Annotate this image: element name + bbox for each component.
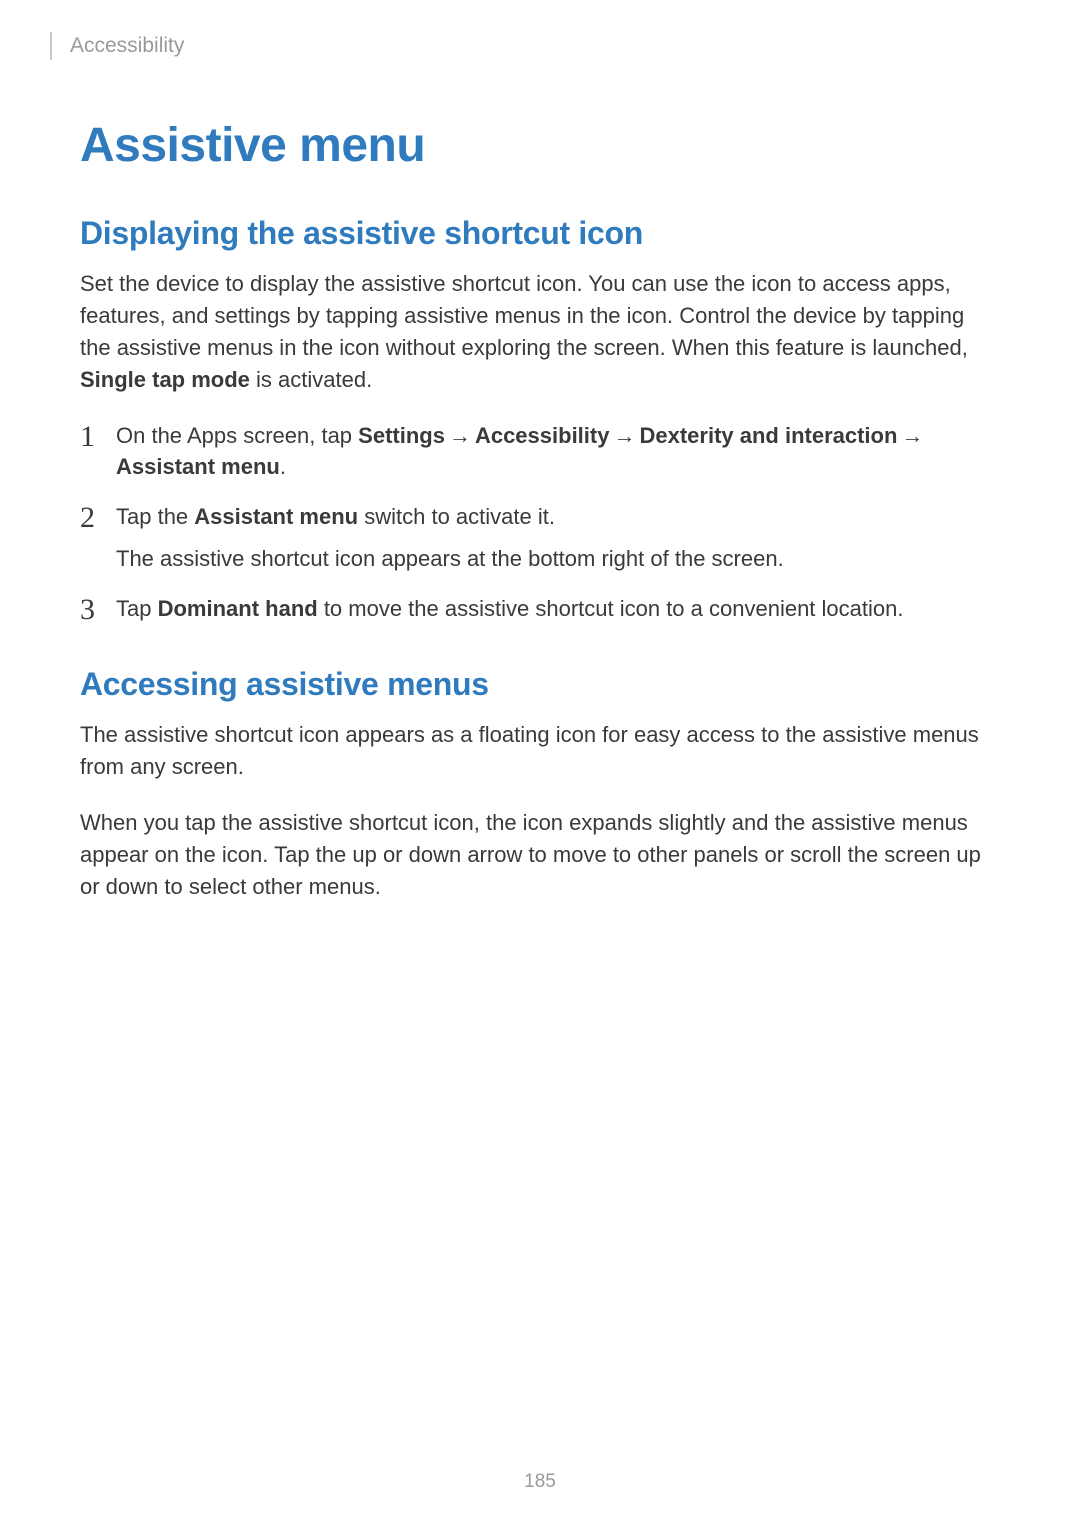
- step1-path-0: Settings: [358, 423, 445, 448]
- step-3: 3 Tap Dominant hand to move the assistiv…: [80, 593, 1000, 626]
- steps-list: 1 On the Apps screen, tap Settings→Acces…: [80, 420, 1000, 627]
- section2-p2: When you tap the assistive shortcut icon…: [80, 807, 1000, 903]
- step2-line2: The assistive shortcut icon appears at t…: [116, 543, 1000, 575]
- step-number: 3: [80, 593, 116, 626]
- step-2: 2 Tap the Assistant menu switch to activ…: [80, 501, 1000, 575]
- step1-path-2: Dexterity and interaction: [639, 423, 897, 448]
- arrow-icon: →: [613, 420, 635, 452]
- intro-text-bold: Single tap mode: [80, 367, 250, 392]
- page-title: Assistive menu: [80, 118, 1000, 173]
- step-number: 2: [80, 501, 116, 534]
- step2-line1-bold: Assistant menu: [194, 504, 358, 529]
- breadcrumb: Accessibility: [70, 34, 184, 58]
- intro-text-pre: Set the device to display the assistive …: [80, 271, 968, 360]
- arrow-icon: →: [901, 420, 923, 452]
- header-bar: Accessibility: [80, 32, 1000, 60]
- header-divider: [50, 32, 52, 60]
- step-1: 1 On the Apps screen, tap Settings→Acces…: [80, 420, 1000, 484]
- arrow-icon: →: [449, 420, 471, 452]
- step1-post: .: [280, 454, 286, 479]
- step-number: 1: [80, 420, 116, 453]
- step1-pre: On the Apps screen, tap: [116, 423, 358, 448]
- step1-path-1: Accessibility: [475, 423, 610, 448]
- step1-path-3: Assistant menu: [116, 454, 280, 479]
- step-body: Tap Dominant hand to move the assistive …: [116, 593, 1000, 625]
- page-number: 185: [0, 1471, 1080, 1493]
- step-body: On the Apps screen, tap Settings→Accessi…: [116, 420, 1000, 484]
- page-content: Accessibility Assistive menu Displaying …: [0, 0, 1080, 903]
- section-accessing: Accessing assistive menus The assistive …: [80, 666, 1000, 902]
- section-heading-displaying: Displaying the assistive shortcut icon: [80, 215, 1000, 252]
- section-heading-accessing: Accessing assistive menus: [80, 666, 1000, 703]
- step-body: Tap the Assistant menu switch to activat…: [116, 501, 1000, 575]
- intro-paragraph: Set the device to display the assistive …: [80, 268, 1000, 396]
- section2-p1: The assistive shortcut icon appears as a…: [80, 719, 1000, 783]
- step3-bold: Dominant hand: [158, 596, 318, 621]
- intro-text-post: is activated.: [250, 367, 372, 392]
- step3-post: to move the assistive shortcut icon to a…: [318, 596, 904, 621]
- step2-line1-post: switch to activate it.: [358, 504, 555, 529]
- step3-pre: Tap: [116, 596, 158, 621]
- step2-line1-pre: Tap the: [116, 504, 194, 529]
